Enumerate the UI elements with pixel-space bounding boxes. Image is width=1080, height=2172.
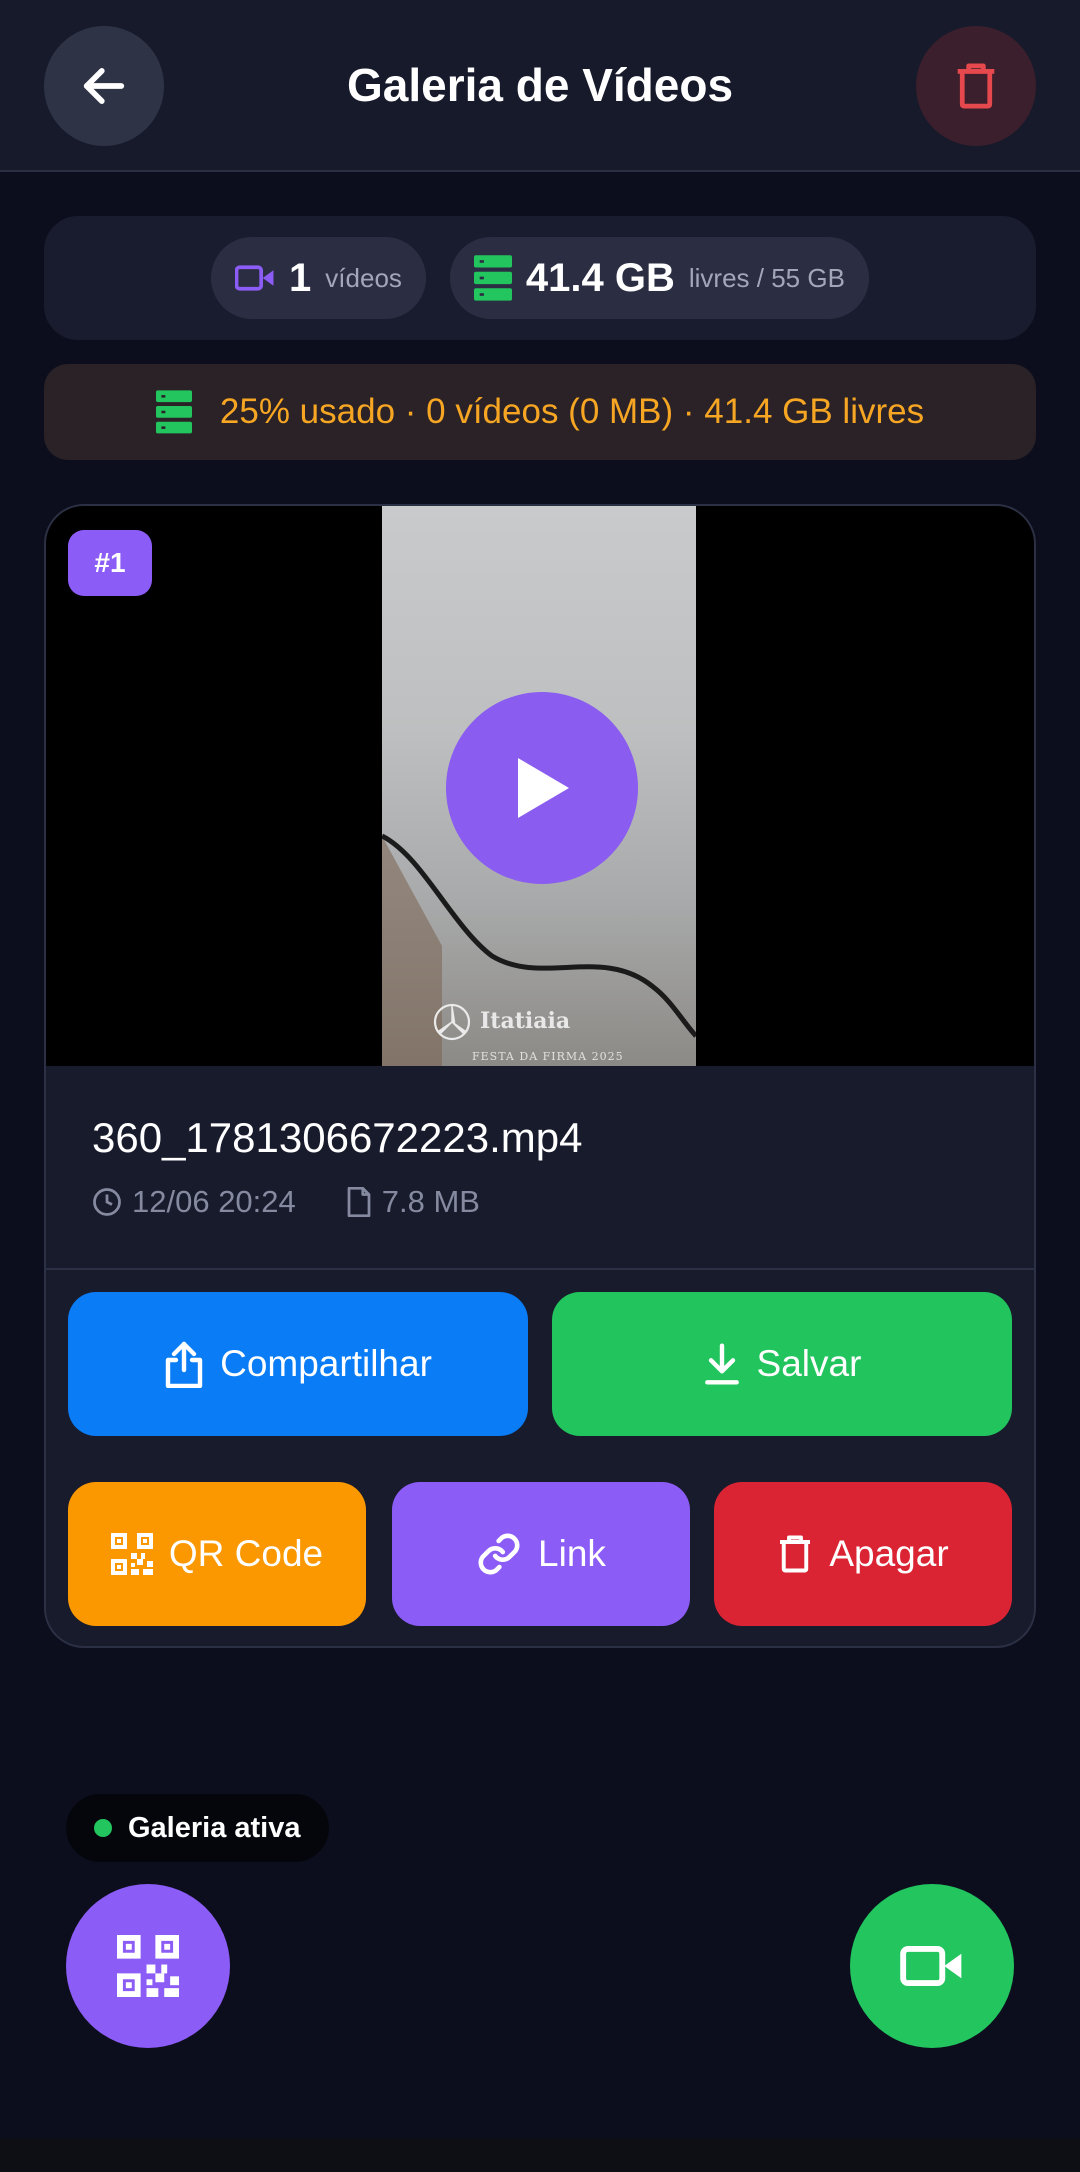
video-date: 12/06 20:24 <box>132 1184 296 1219</box>
server-icon <box>473 255 512 301</box>
free-space-label: livres / 55 GB <box>688 262 845 293</box>
trash-icon <box>780 1535 811 1573</box>
gallery-status-label: Galeria ativa <box>128 1811 301 1844</box>
system-nav-bar <box>0 2138 1080 2172</box>
play-icon <box>518 758 569 818</box>
record-video-fab[interactable] <box>850 1884 1014 2048</box>
save-button[interactable]: Salvar <box>552 1292 1012 1436</box>
video-meta: 12/06 20:24 7.8 MB <box>92 1184 480 1220</box>
video-thumbnail[interactable]: Itatiaia FESTA DA FIRMA 2025 #1 <box>46 506 1034 1066</box>
server-icon <box>155 390 192 434</box>
video-card: Itatiaia FESTA DA FIRMA 2025 #1 360_1781… <box>44 504 1036 1648</box>
qr-code-icon <box>110 1533 153 1575</box>
video-size: 7.8 MB <box>381 1184 480 1219</box>
video-count: 1 <box>289 255 312 300</box>
save-label: Salvar <box>756 1343 862 1384</box>
qr-code-label: QR Code <box>168 1533 324 1574</box>
video-file-name: 360_1781306672223.mp4 <box>92 1114 583 1161</box>
link-label: Link <box>538 1533 606 1574</box>
top-bar: Galeria de Vídeos <box>0 0 1080 172</box>
qr-code-icon <box>117 1935 179 1997</box>
download-icon <box>704 1343 739 1385</box>
arrow-left-icon <box>83 68 125 104</box>
share-icon <box>165 1341 203 1388</box>
page-title: Galeria de Vídeos <box>346 59 734 111</box>
status-dot-icon <box>94 1819 112 1837</box>
usage-text: 25% usado · 0 vídeos (0 MB) · 41.4 GB li… <box>219 392 925 431</box>
watermark-name: Itatiaia <box>480 1008 571 1034</box>
stats-card: 1 vídeos 41.4 GB livres / 55 GB <box>44 216 1036 340</box>
link-icon <box>478 1533 520 1575</box>
clock-icon <box>93 1188 121 1216</box>
gallery-status-badge: Galeria ativa <box>66 1794 329 1862</box>
file-icon <box>347 1187 371 1217</box>
play-button[interactable] <box>446 692 638 884</box>
storage-pill: 41.4 GB livres / 55 GB <box>449 237 869 319</box>
free-space-value: 41.4 GB <box>525 255 675 300</box>
link-button[interactable]: Link <box>392 1482 690 1626</box>
video-count-label: vídeos <box>325 262 402 293</box>
watermark-subtitle: FESTA DA FIRMA 2025 <box>472 1050 624 1063</box>
video-index-badge: #1 <box>68 530 152 596</box>
delete-all-button[interactable] <box>916 26 1036 146</box>
video-camera-icon <box>235 265 274 291</box>
qr-code-button[interactable]: QR Code <box>68 1482 366 1626</box>
divider <box>46 1268 1034 1270</box>
brand-logo-icon <box>433 1003 471 1041</box>
share-label: Compartilhar <box>220 1343 432 1384</box>
back-button[interactable] <box>44 26 164 146</box>
video-camera-icon <box>900 1945 962 1987</box>
storage-usage-banner: 25% usado · 0 vídeos (0 MB) · 41.4 GB li… <box>44 364 1036 460</box>
qr-scan-fab[interactable] <box>66 1884 230 2048</box>
delete-button[interactable]: Apagar <box>714 1482 1012 1626</box>
trash-icon <box>957 63 995 109</box>
delete-label: Apagar <box>829 1533 949 1574</box>
video-count-pill: 1 vídeos <box>211 237 426 319</box>
share-button[interactable]: Compartilhar <box>68 1292 528 1436</box>
